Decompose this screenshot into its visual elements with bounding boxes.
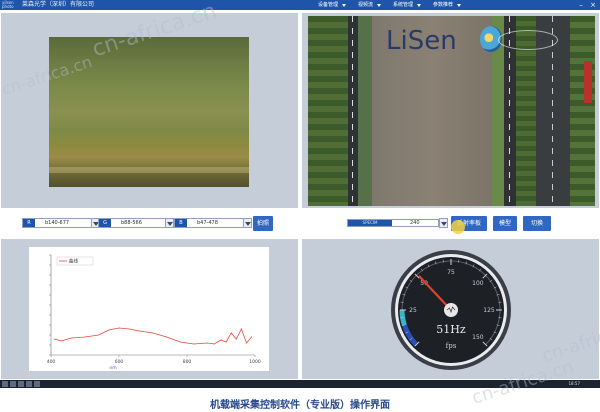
app-icon[interactable]: [26, 381, 32, 387]
data-point: [118, 327, 120, 329]
spectrometer-select[interactable]: SPECIM 240: [347, 219, 439, 227]
data-point: [108, 329, 110, 331]
data-point: [235, 338, 237, 340]
brand-logo-ring: [498, 30, 558, 50]
band-value: b140-677: [45, 220, 70, 226]
menu-label: 参数推荐: [433, 2, 454, 8]
data-point: [166, 336, 168, 338]
capture-button[interactable]: 拍照: [253, 216, 273, 231]
legend-label: 曲线: [69, 258, 78, 265]
x-axis-label: nm: [109, 366, 116, 371]
menu-label: 设备管理: [318, 2, 339, 8]
app-icon[interactable]: [18, 381, 24, 387]
figure-caption: 机载端采集控制软件（专业版）操作界面: [210, 400, 390, 411]
gauge-tick-label: 25: [409, 307, 417, 314]
tree-row: [308, 16, 348, 206]
menu-video-stream[interactable]: 视频流: [350, 0, 383, 10]
data-point: [98, 334, 100, 336]
gauge-tick-label: 150: [472, 334, 484, 341]
chevron-down-icon: [417, 4, 422, 7]
band-value: b47-478: [197, 220, 218, 226]
x-tick-label: 1000: [249, 359, 261, 365]
taskbar-clock: 18:57: [568, 381, 580, 386]
gauge-value-text: 51Hz: [436, 323, 466, 336]
menu-parameter-recommend[interactable]: 参数推荐: [425, 0, 463, 10]
data-point: [213, 343, 215, 345]
data-point: [60, 340, 62, 342]
data-point: [225, 341, 227, 343]
chevron-down-icon: [342, 4, 347, 7]
x-tick-label: 800: [183, 359, 192, 365]
chevron-down-icon[interactable]: [439, 218, 448, 228]
spectrometer-label: SPECIM: [348, 220, 392, 226]
x-tick-label: 400: [47, 359, 56, 365]
spectrum-chart: 400 600 800 1000 nm 曲线: [29, 247, 269, 371]
data-point: [251, 336, 253, 338]
band-value: b88-566: [121, 220, 142, 226]
aerial-video-image: LiSen: [308, 16, 595, 206]
spectrum-chart-svg: 400 600 800 1000 nm 曲线: [47, 254, 261, 371]
data-point: [128, 328, 130, 330]
mouse-cursor-highlight: [451, 220, 465, 234]
red-band-select[interactable]: R b140-677: [22, 218, 92, 228]
gauge-tick-label: 100: [472, 280, 484, 287]
data-point: [206, 342, 208, 344]
data-point: [220, 339, 222, 341]
band-tag: R: [23, 219, 35, 227]
minimize-button[interactable]: –: [577, 1, 585, 9]
data-point: [193, 343, 195, 345]
blue-band-select[interactable]: B b47-478: [174, 218, 244, 228]
aerial-video-pane: LiSen: [301, 12, 600, 209]
band-tag: B: [175, 219, 187, 227]
chevron-down-icon[interactable]: [243, 218, 252, 228]
road: [348, 16, 358, 206]
gauge-hub: [444, 303, 458, 317]
chevron-down-icon: [457, 4, 462, 7]
band-tag: G: [99, 219, 111, 227]
data-point: [84, 336, 86, 338]
brand-logo-text: LiSen: [386, 26, 457, 56]
company-logo: yilsen photo: [2, 0, 14, 9]
grass-strip: [358, 16, 372, 206]
data-point: [70, 337, 72, 339]
series-line: [54, 327, 252, 345]
spectrometer-value: 240: [410, 220, 420, 226]
search-icon[interactable]: [10, 381, 16, 387]
data-point: [152, 332, 154, 334]
data-point: [230, 332, 232, 334]
spectrum-chart-pane: 400 600 800 1000 nm 曲线: [0, 238, 299, 380]
app-icon[interactable]: [34, 381, 40, 387]
close-button[interactable]: ×: [589, 1, 597, 9]
menu-label: 系统管理: [393, 2, 414, 8]
spectrometer-control-bar: SPECIM 240 反射率板 模型 切换: [301, 215, 600, 234]
data-point: [240, 328, 242, 330]
x-tick-label: 600: [115, 359, 124, 365]
gauge-unit-text: fps: [446, 342, 457, 350]
chevron-down-icon[interactable]: [165, 218, 174, 228]
gauge-tick-label: 75: [447, 269, 455, 276]
switch-button[interactable]: 切换: [523, 216, 551, 231]
band-selector-bar: R b140-677 G b88-566 B b47-478 拍照: [0, 215, 299, 231]
title-bar: yilsen photo 莱森光学（深圳）有限公司 设备管理 视频流 系统管理 …: [0, 0, 600, 10]
fps-gauge-svg: 25507510012515051Hzfps: [391, 250, 511, 370]
menu-system-management[interactable]: 系统管理: [385, 0, 423, 10]
vehicle: [584, 61, 592, 103]
green-band-select[interactable]: G b88-566: [98, 218, 166, 228]
model-button[interactable]: 模型: [493, 216, 517, 231]
data-point: [179, 341, 181, 343]
app-window: yilsen photo 莱森光学（深圳）有限公司 设备管理 视频流 系统管理 …: [0, 0, 600, 412]
window-controls: – ×: [577, 1, 597, 9]
fps-gauge: 25 50 75 100 125 150 51Hz fps: [386, 245, 516, 375]
menu-device-management[interactable]: 设备管理: [310, 0, 348, 10]
menu-label: 视频流: [358, 2, 374, 8]
data-point: [53, 338, 55, 340]
company-name: 莱森光学（深圳）有限公司: [22, 1, 95, 8]
data-point: [246, 342, 247, 344]
gauge-tick-label: 125: [483, 307, 495, 314]
chevron-down-icon: [377, 4, 382, 7]
data-point: [138, 330, 140, 332]
start-icon[interactable]: [2, 381, 8, 387]
main-menu: 设备管理 视频流 系统管理 参数推荐: [310, 0, 463, 10]
tree-row: [570, 16, 595, 206]
